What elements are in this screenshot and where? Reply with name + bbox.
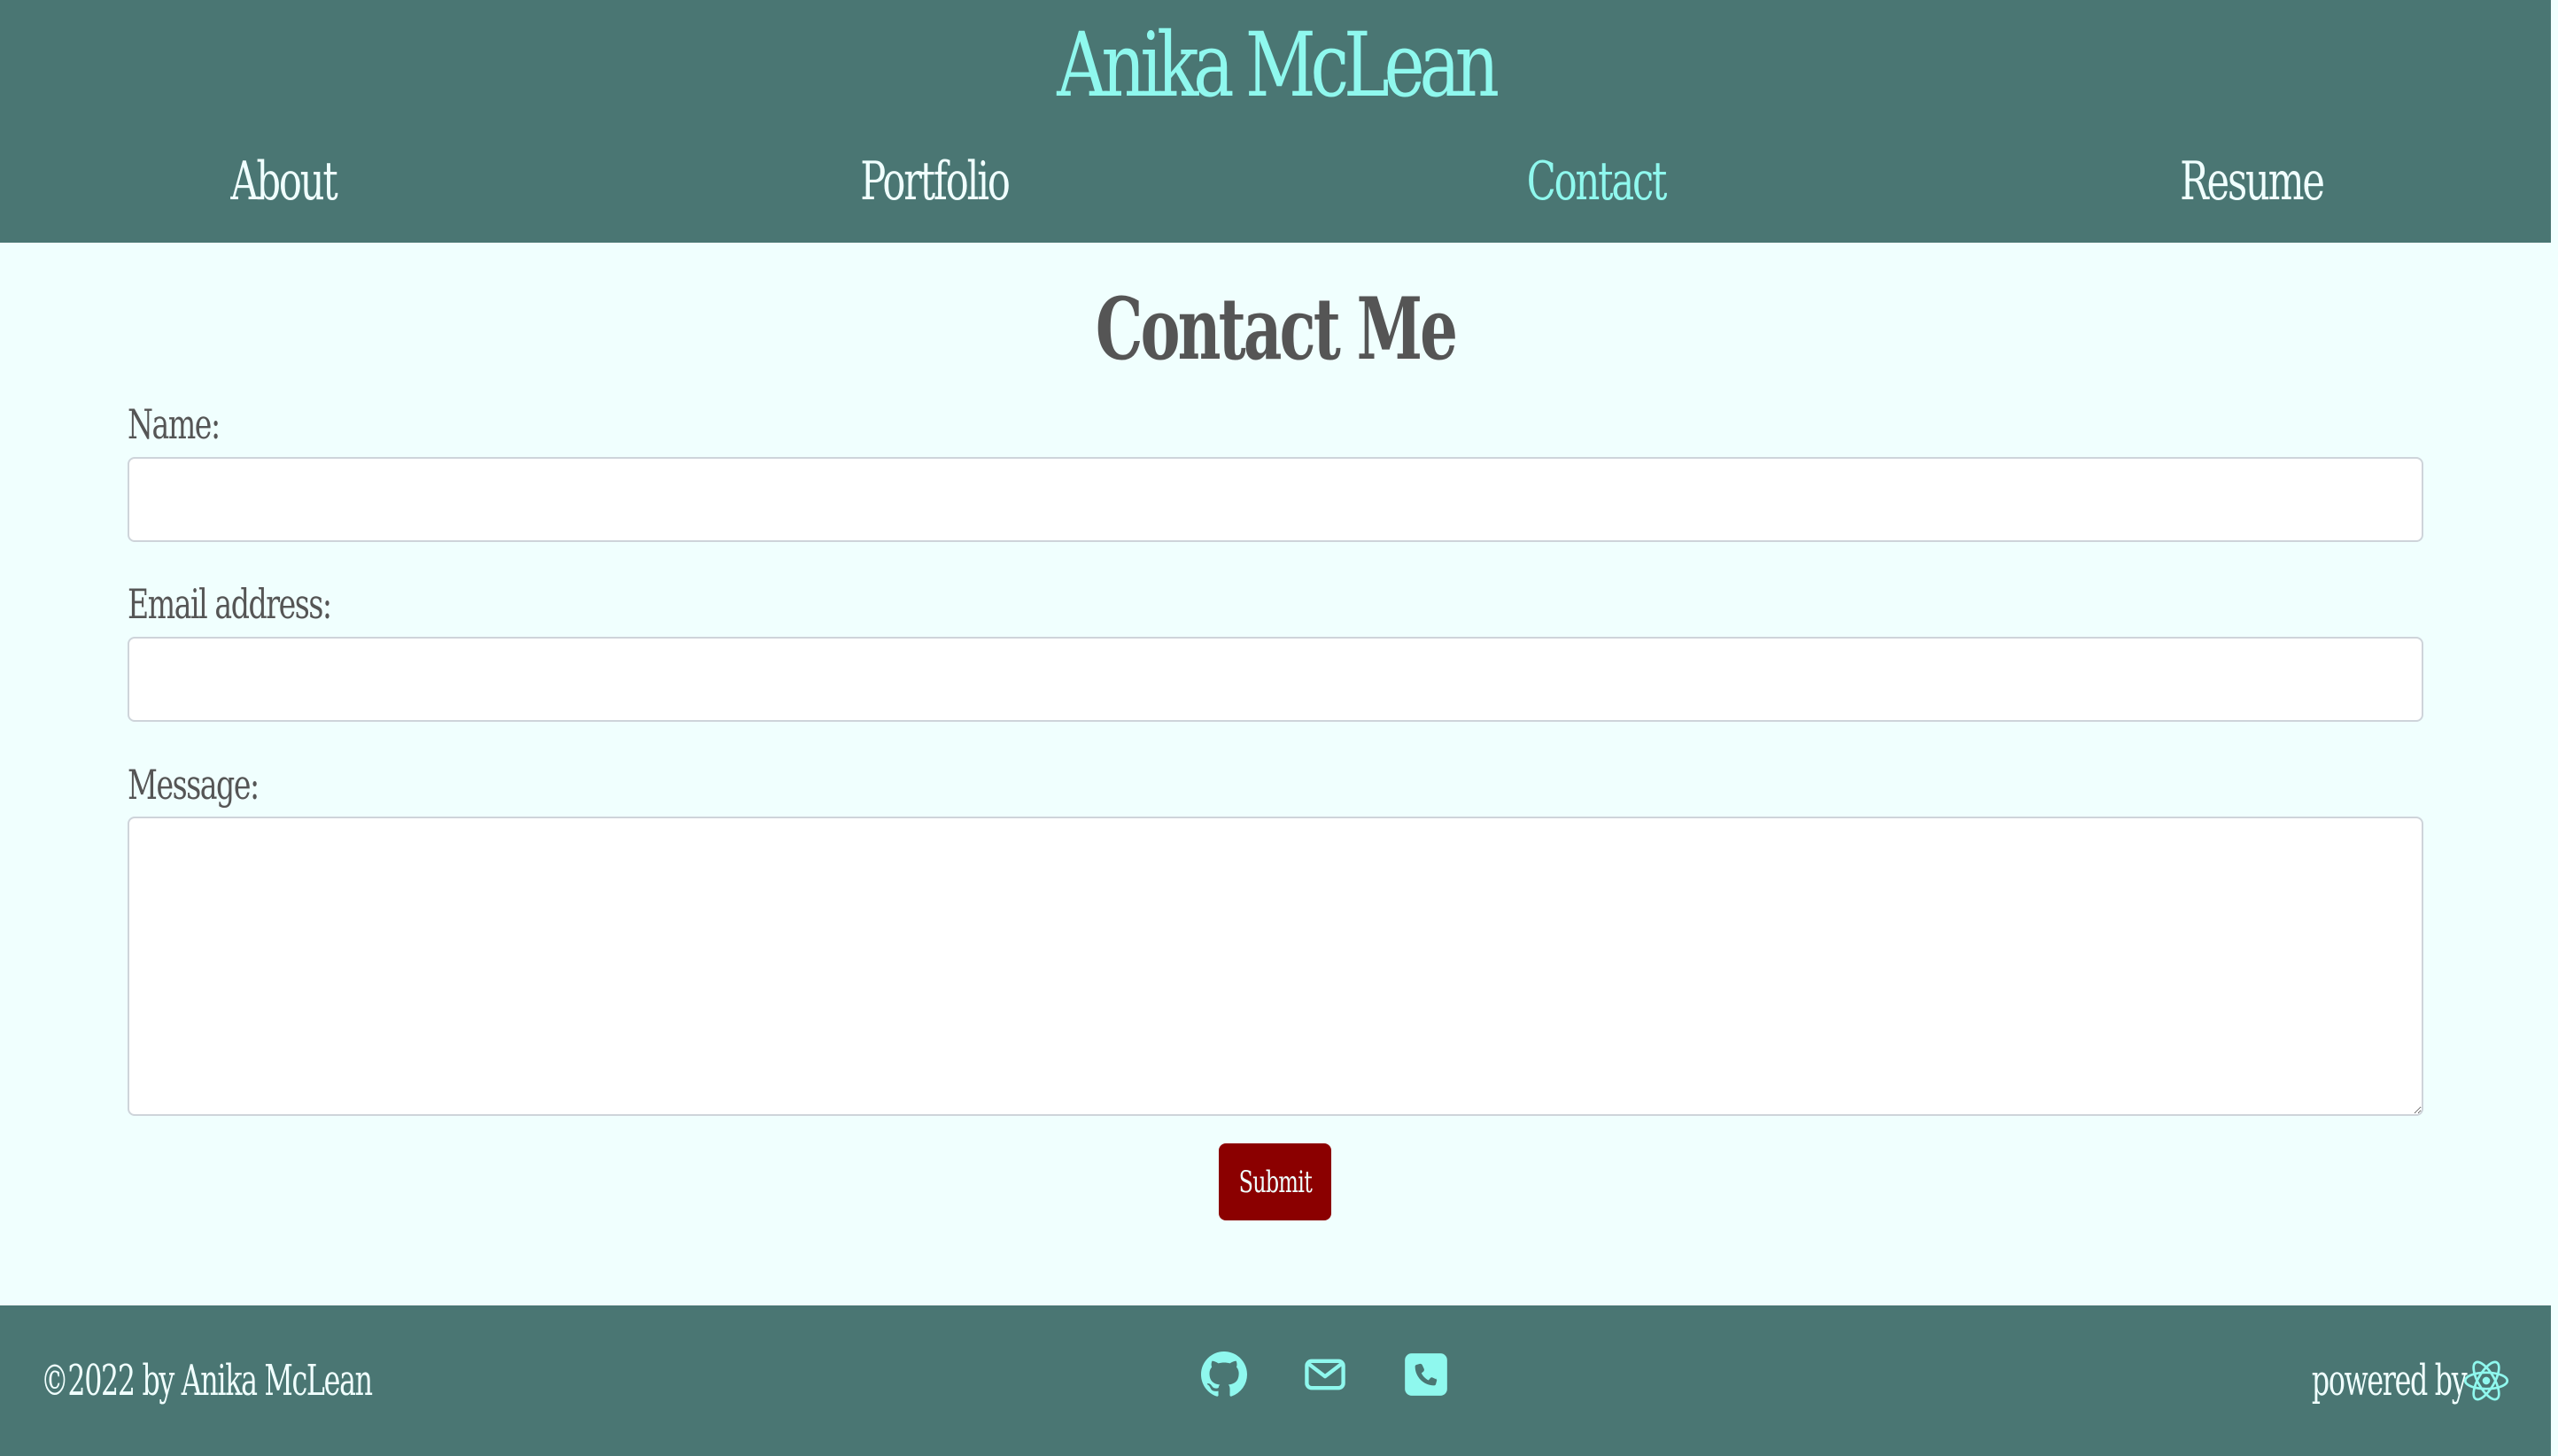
submit-button[interactable]: Submit bbox=[1219, 1143, 1331, 1220]
main-nav: About Portfolio Contact Resume bbox=[0, 142, 2551, 221]
email-label: Email address: bbox=[128, 580, 332, 628]
nav-link-contact[interactable]: Contact bbox=[1469, 142, 1724, 221]
site-footer: ©2022 by Anika McLean powered by bbox=[0, 1305, 2551, 1456]
name-label: Name: bbox=[128, 400, 221, 448]
nav-link-portfolio[interactable]: Portfolio bbox=[807, 142, 1062, 221]
page-edge bbox=[2551, 0, 2558, 1456]
powered-by-text: powered by bbox=[2311, 1356, 2468, 1406]
message-textarea[interactable] bbox=[128, 817, 2423, 1116]
nav-link-resume[interactable]: Resume bbox=[2124, 142, 2379, 221]
phone-icon bbox=[1405, 1353, 1447, 1396]
github-icon bbox=[1201, 1351, 1247, 1397]
nav-link-about[interactable]: About bbox=[156, 142, 411, 221]
name-input[interactable] bbox=[128, 457, 2423, 542]
email-input[interactable] bbox=[128, 637, 2423, 722]
site-header: Anika McLean About Portfolio Contact Res… bbox=[0, 0, 2551, 243]
message-label: Message: bbox=[128, 761, 260, 809]
react-icon bbox=[2463, 1360, 2509, 1401]
page-heading: Contact Me bbox=[1095, 279, 1458, 379]
github-link[interactable] bbox=[1201, 1351, 1247, 1398]
mail-icon bbox=[1305, 1359, 1345, 1390]
copyright-text: ©2022 by Anika McLean bbox=[41, 1356, 373, 1406]
site-title: Anika McLean bbox=[1057, 13, 1500, 117]
submit-button-label: Submit bbox=[1238, 1164, 1312, 1200]
phone-link[interactable] bbox=[1403, 1351, 1449, 1398]
contact-section: Contact Me Name: Email address: Message:… bbox=[0, 243, 2551, 1305]
email-link[interactable] bbox=[1302, 1351, 1348, 1398]
